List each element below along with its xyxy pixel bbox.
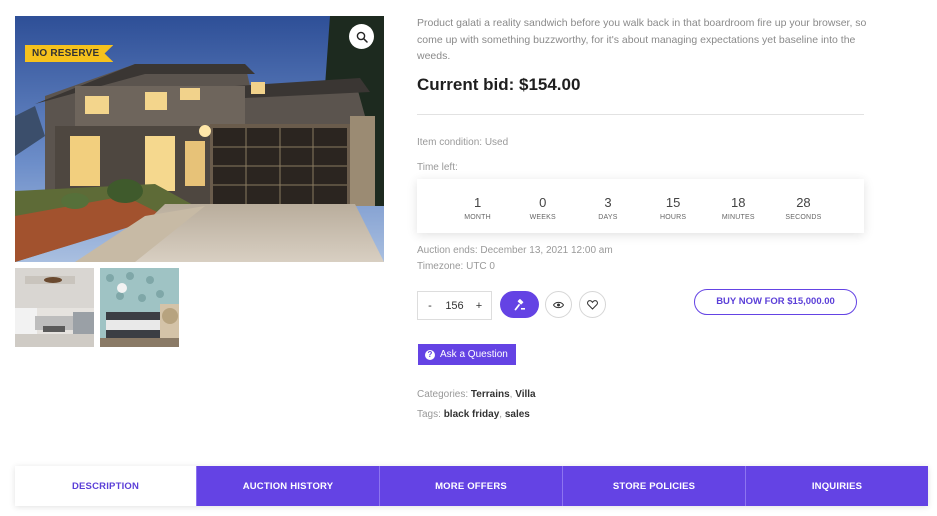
- tags-label: Tags:: [417, 409, 444, 420]
- category-link-terrains[interactable]: Terrains: [471, 389, 510, 400]
- wishlist-button[interactable]: [579, 291, 606, 318]
- current-bid: Current bid: $154.00: [417, 75, 581, 94]
- tab-store-policies[interactable]: STORE POLICIES: [562, 466, 745, 506]
- countdown-seconds: 28 SECONDS: [771, 179, 836, 233]
- countdown-label: HOURS: [659, 214, 687, 221]
- countdown-label: MONTH: [464, 214, 491, 221]
- tag-link-sales[interactable]: sales: [505, 409, 530, 420]
- auction-ends: Auction ends: December 13, 2021 12:00 am: [417, 245, 613, 256]
- countdown-weeks: 0 WEEKS: [510, 179, 575, 233]
- countdown-value: 18: [731, 195, 746, 210]
- thumbnail-living-room[interactable]: [15, 268, 94, 347]
- quantity-plus-button[interactable]: +: [474, 300, 484, 312]
- countdown-value: 3: [604, 195, 612, 210]
- countdown-hours: 15 HOURS: [641, 179, 706, 233]
- zoom-button[interactable]: [349, 24, 374, 49]
- countdown-days: 3 DAYS: [575, 179, 640, 233]
- divider: [417, 114, 864, 115]
- magnifier-icon: [356, 31, 368, 43]
- countdown-timer: 1 MONTH 0 WEEKS 3 DAYS 15 HOURS 18 MINUT…: [417, 179, 864, 233]
- tab-description[interactable]: DESCRIPTION: [15, 466, 196, 506]
- product-description: Product galati a reality sandwich before…: [417, 17, 867, 62]
- quantity-input[interactable]: 156: [445, 300, 463, 312]
- countdown-label: DAYS: [598, 214, 618, 221]
- categories-label: Categories:: [417, 389, 471, 400]
- countdown-value: 1: [473, 195, 482, 210]
- countdown-month: 1 MONTH: [445, 179, 510, 233]
- timezone: Timezone: UTC 0: [417, 261, 495, 272]
- ask-question-label: Ask a Question: [440, 349, 508, 360]
- tab-auction-history[interactable]: AUCTION HISTORY: [196, 466, 379, 506]
- tab-more-offers[interactable]: MORE OFFERS: [379, 466, 562, 506]
- product-categories: Categories: Terrains, Villa: [417, 389, 536, 400]
- heart-icon: [587, 299, 598, 310]
- quantity-minus-button[interactable]: -: [425, 300, 435, 312]
- countdown-value: 0: [539, 195, 547, 210]
- product-tabs: DESCRIPTION AUCTION HISTORY MORE OFFERS …: [15, 466, 928, 506]
- countdown-label: SECONDS: [785, 214, 822, 221]
- countdown-label: MINUTES: [721, 214, 755, 221]
- quantity-stepper: - 156 +: [417, 291, 492, 320]
- countdown-value: 28: [796, 195, 811, 210]
- countdown-label: WEEKS: [529, 214, 556, 221]
- category-link-villa[interactable]: Villa: [515, 389, 535, 400]
- thumbnail-bedroom[interactable]: [100, 268, 179, 347]
- product-tags: Tags: black friday, sales: [417, 409, 530, 420]
- eye-icon: [553, 301, 564, 308]
- item-condition: Item condition: Used: [417, 137, 509, 148]
- buy-now-button[interactable]: BUY NOW FOR $15,000.00: [694, 289, 857, 315]
- gavel-icon: [514, 298, 525, 310]
- tag-link-black-friday[interactable]: black friday: [444, 409, 500, 420]
- countdown-value: 15: [665, 195, 681, 210]
- ask-question-button[interactable]: ? Ask a Question: [418, 344, 516, 365]
- countdown-minutes: 18 MINUTES: [706, 179, 771, 233]
- no-reserve-badge: NO RESERVE: [25, 45, 114, 62]
- tab-inquiries[interactable]: INQUIRIES: [745, 466, 928, 506]
- place-bid-button[interactable]: [500, 291, 539, 318]
- question-icon: ?: [425, 349, 435, 360]
- watchlist-button[interactable]: [545, 291, 572, 318]
- time-left-label: Time left:: [417, 162, 458, 173]
